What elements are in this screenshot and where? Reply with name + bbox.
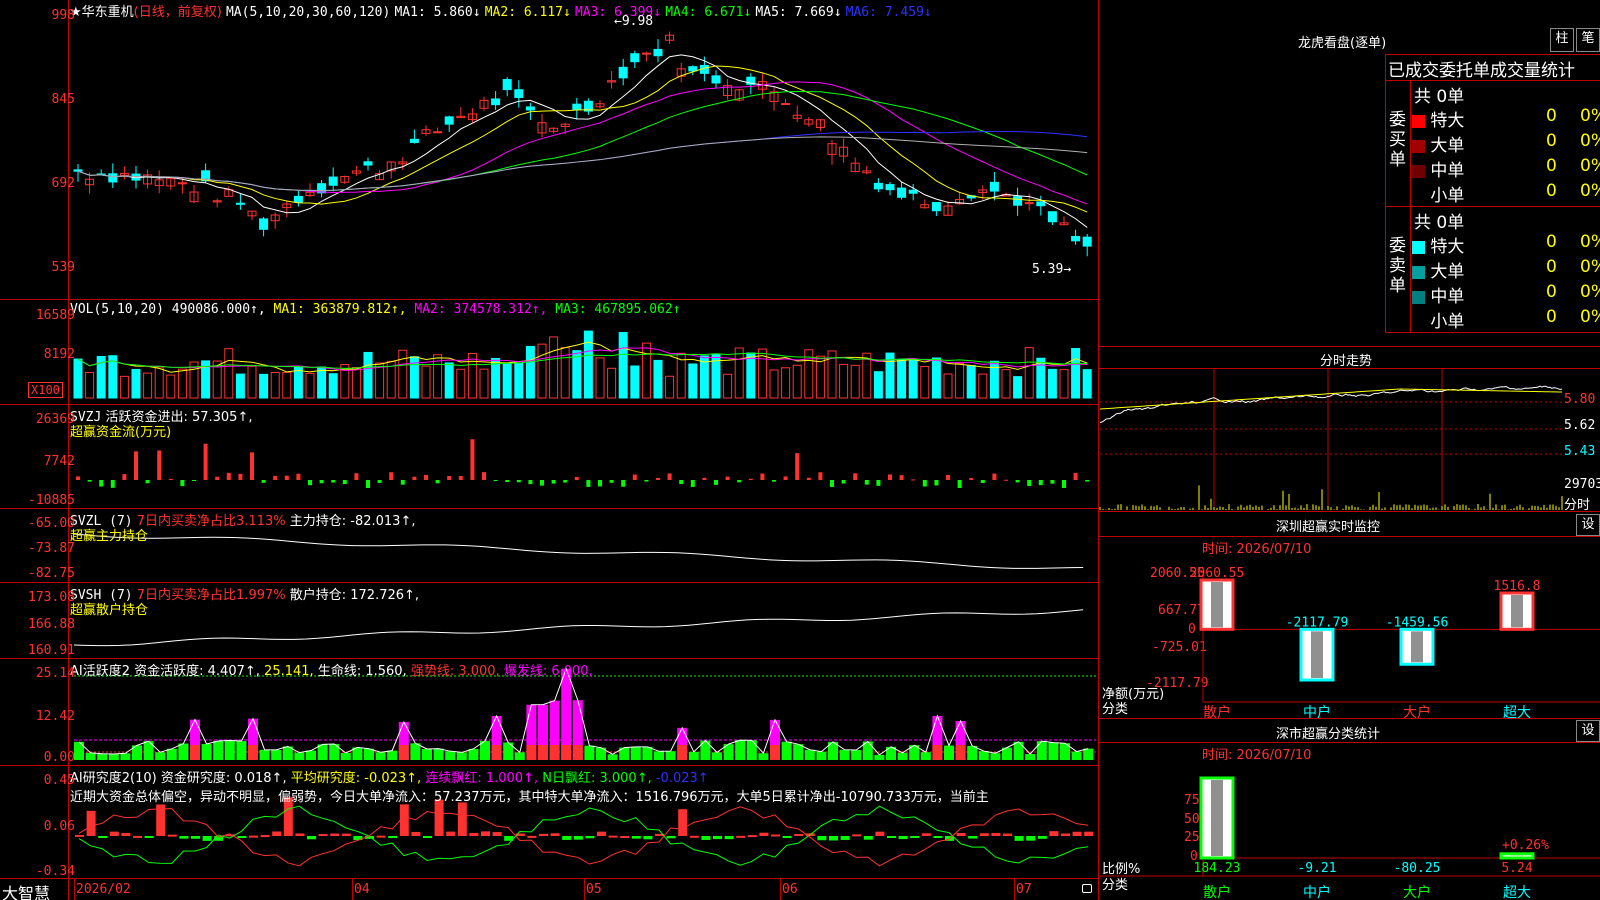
- classify-category-label: 大户: [1403, 884, 1431, 900]
- classify-category-label: 散户: [1203, 884, 1231, 900]
- classify-bar-chart: 184.23 散户 -9.21 中户 -80.25 大户 5.24 超大: [1100, 776, 1600, 900]
- classify-bar-label: 184.23: [1194, 861, 1241, 876]
- classify-bar-shade: [1211, 780, 1223, 856]
- classify-category-label: 中户: [1303, 884, 1331, 900]
- classify-bar-label: -80.25: [1394, 861, 1441, 876]
- classify-category-label: 超大: [1503, 885, 1531, 900]
- classify-bar-label: 5.24: [1501, 861, 1532, 876]
- classify-bar-label: -9.21: [1297, 861, 1336, 876]
